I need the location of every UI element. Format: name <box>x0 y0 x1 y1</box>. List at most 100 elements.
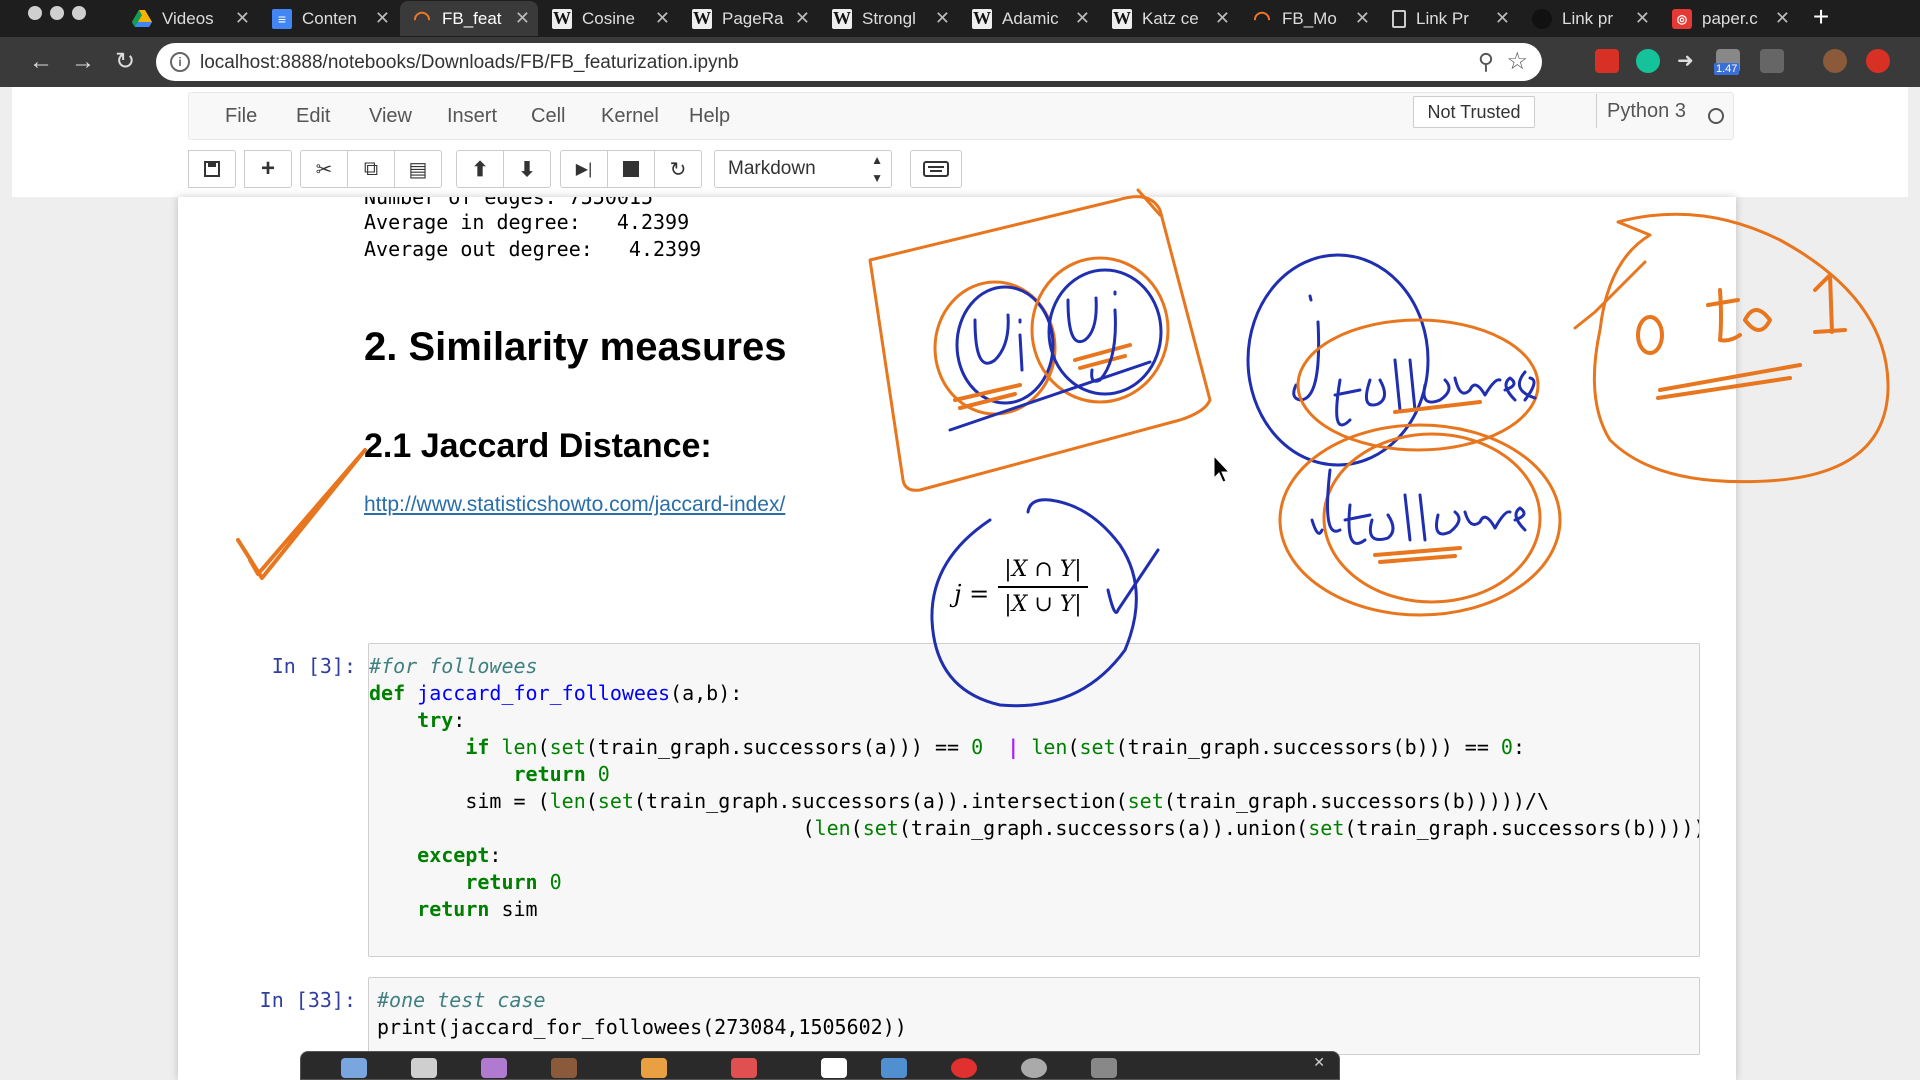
spotlight-icon[interactable] <box>1021 1058 1047 1078</box>
move-up-icon[interactable]: ⬆ <box>456 150 504 188</box>
run-icon[interactable]: ▶| <box>560 150 608 188</box>
whiteboard-icon[interactable] <box>821 1058 847 1078</box>
cut-icon[interactable]: ✂ <box>300 150 348 188</box>
close-icon[interactable]: ✕ <box>235 8 250 29</box>
code-line: (len(set(train_graph.successors(a)).unio… <box>369 816 1700 840</box>
reload-icon[interactable]: ↻ <box>110 47 140 77</box>
close-icon[interactable]: ✕ <box>1495 8 1510 29</box>
cell-type-value: Markdown <box>728 158 816 179</box>
annotation-toolbar: ✕ <box>300 1051 1340 1080</box>
browser-tab[interactable]: W Strongl ✕ <box>820 1 958 36</box>
kernel-status-icon <box>1708 108 1724 124</box>
share-extension-icon[interactable]: ➜ <box>1677 49 1701 73</box>
heading-jaccard-distance: 2.1 Jaccard Distance: <box>364 427 712 465</box>
address-bar[interactable]: i localhost:8888/notebooks/Downloads/FB/… <box>156 43 1542 81</box>
menu-view[interactable]: View <box>369 105 412 128</box>
keyboard-shortcuts-button[interactable] <box>910 150 962 188</box>
bookmark-star-icon[interactable]: ☆ <box>1506 47 1528 76</box>
wikipedia-icon: W <box>972 8 992 29</box>
google-docs-icon: ≡ <box>272 8 292 29</box>
code-line: print(jaccard_for_followees(273084,15056… <box>377 1015 907 1039</box>
run-group: ▶| ↻ <box>560 150 702 188</box>
cell-type-select[interactable]: Markdown ▲ ▼ <box>714 150 892 188</box>
browser-tab[interactable]: ◠ FB_Mo ✕ <box>1240 1 1378 36</box>
stop-icon[interactable] <box>607 150 655 188</box>
code-line: def jaccard_for_followees(a,b): <box>369 681 743 705</box>
window-close-button[interactable] <box>28 6 42 20</box>
code-cell-test[interactable]: #one test case print(jaccard_for_followe… <box>368 977 1700 1055</box>
code-line: return 0 <box>465 870 562 894</box>
output-avg-out: Average out degree: 4.2399 <box>364 237 702 261</box>
zoom-icon[interactable]: ⚲ <box>1478 49 1494 75</box>
insert-cell-icon[interactable]: + <box>244 150 292 188</box>
move-group: ⬆ ⬇ <box>456 150 551 188</box>
menu-help[interactable]: Help <box>689 105 730 128</box>
browser-tab[interactable]: Link Pr ✕ <box>1380 1 1518 36</box>
close-icon[interactable]: ✕ <box>1635 8 1650 29</box>
select-arrows-icon: ▲ ▼ <box>871 153 883 185</box>
pencil-icon[interactable] <box>641 1058 667 1078</box>
menu-cell[interactable]: Cell <box>531 105 565 128</box>
save-icon[interactable] <box>188 150 236 188</box>
close-icon[interactable]: ✕ <box>935 8 950 29</box>
browser-toolbar: ← → ↻ i localhost:8888/notebooks/Downloa… <box>0 37 1920 87</box>
copy-icon[interactable]: ⧉ <box>347 150 395 188</box>
highlighter-icon[interactable] <box>411 1058 437 1078</box>
code-line: except: <box>417 843 502 867</box>
jaccard-link[interactable]: http://www.statisticshowto.com/jaccard-i… <box>364 493 785 517</box>
grammarly-extension-icon[interactable] <box>1636 49 1660 73</box>
browser-tab[interactable]: Link pr ✕ <box>1520 1 1658 36</box>
menu-edit[interactable]: Edit <box>296 105 330 128</box>
close-icon[interactable]: ✕ <box>515 8 530 29</box>
close-icon[interactable]: ✕ <box>1355 8 1370 29</box>
back-icon[interactable]: ← <box>26 47 56 77</box>
eraser-icon[interactable] <box>731 1058 757 1078</box>
settings-gear-icon[interactable] <box>1091 1058 1117 1078</box>
formula-denominator: |X ∪ Y| <box>1004 592 1082 617</box>
info-icon[interactable]: i <box>170 52 190 72</box>
restart-icon[interactable]: ↻ <box>654 150 702 188</box>
new-tab-button[interactable]: + <box>1806 3 1836 32</box>
browser-tab[interactable]: Videos ✕ <box>120 1 258 36</box>
trust-button[interactable]: Not Trusted <box>1413 96 1535 128</box>
close-icon[interactable]: ✕ <box>655 8 670 29</box>
close-icon[interactable]: ✕ <box>1313 1054 1325 1071</box>
paste-icon[interactable]: ▤ <box>394 150 442 188</box>
pen-tool-icon[interactable] <box>341 1058 367 1078</box>
menu-file[interactable]: File <box>225 105 257 128</box>
browser-tab[interactable]: W PageRa ✕ <box>680 1 818 36</box>
window-minimize-button[interactable] <box>50 6 64 20</box>
forward-icon[interactable]: → <box>68 47 98 77</box>
close-icon[interactable]: ✕ <box>375 8 390 29</box>
facebook-extension-icon[interactable] <box>1760 49 1784 73</box>
browser-tab[interactable]: ◎ paper.c ✕ <box>1660 1 1798 36</box>
document-icon <box>1392 9 1406 28</box>
brush-icon[interactable] <box>551 1058 577 1078</box>
close-icon[interactable]: ✕ <box>1075 8 1090 29</box>
screen: Videos ✕ ≡ Conten ✕ ◠ FB_feat ✕ W Cosine… <box>0 0 1920 1080</box>
shape-tool-icon[interactable] <box>881 1058 907 1078</box>
window-zoom-button[interactable] <box>72 6 86 20</box>
close-icon[interactable]: ✕ <box>1215 8 1230 29</box>
marker-icon[interactable] <box>481 1058 507 1078</box>
close-icon[interactable]: ✕ <box>1775 8 1790 29</box>
google-drive-icon <box>132 9 152 29</box>
browser-tab-active[interactable]: ◠ FB_feat ✕ <box>400 1 538 36</box>
pdf-icon: ◎ <box>1672 8 1692 29</box>
move-down-icon[interactable]: ⬇ <box>503 150 551 188</box>
browser-tab[interactable]: W Katz ce ✕ <box>1100 1 1238 36</box>
close-icon[interactable]: ✕ <box>795 8 810 29</box>
gmail-extension-icon[interactable] <box>1595 49 1619 73</box>
cell-prompt: In [3]: <box>271 654 356 678</box>
wikipedia-icon: W <box>1112 8 1132 29</box>
menu-kernel[interactable]: Kernel <box>601 105 659 128</box>
menu-insert[interactable]: Insert <box>447 105 497 128</box>
browser-tab[interactable]: ≡ Conten ✕ <box>260 1 398 36</box>
record-icon[interactable] <box>951 1058 977 1078</box>
browser-tab[interactable]: W Adamic ✕ <box>960 1 1098 36</box>
extension-badge-icon[interactable]: 1.47 <box>1714 49 1740 75</box>
avatar[interactable] <box>1823 49 1847 73</box>
browser-tab[interactable]: W Cosine ✕ <box>540 1 678 36</box>
update-icon[interactable] <box>1866 49 1890 73</box>
code-cell-jaccard[interactable]: #for followees def jaccard_for_followees… <box>368 643 1700 957</box>
